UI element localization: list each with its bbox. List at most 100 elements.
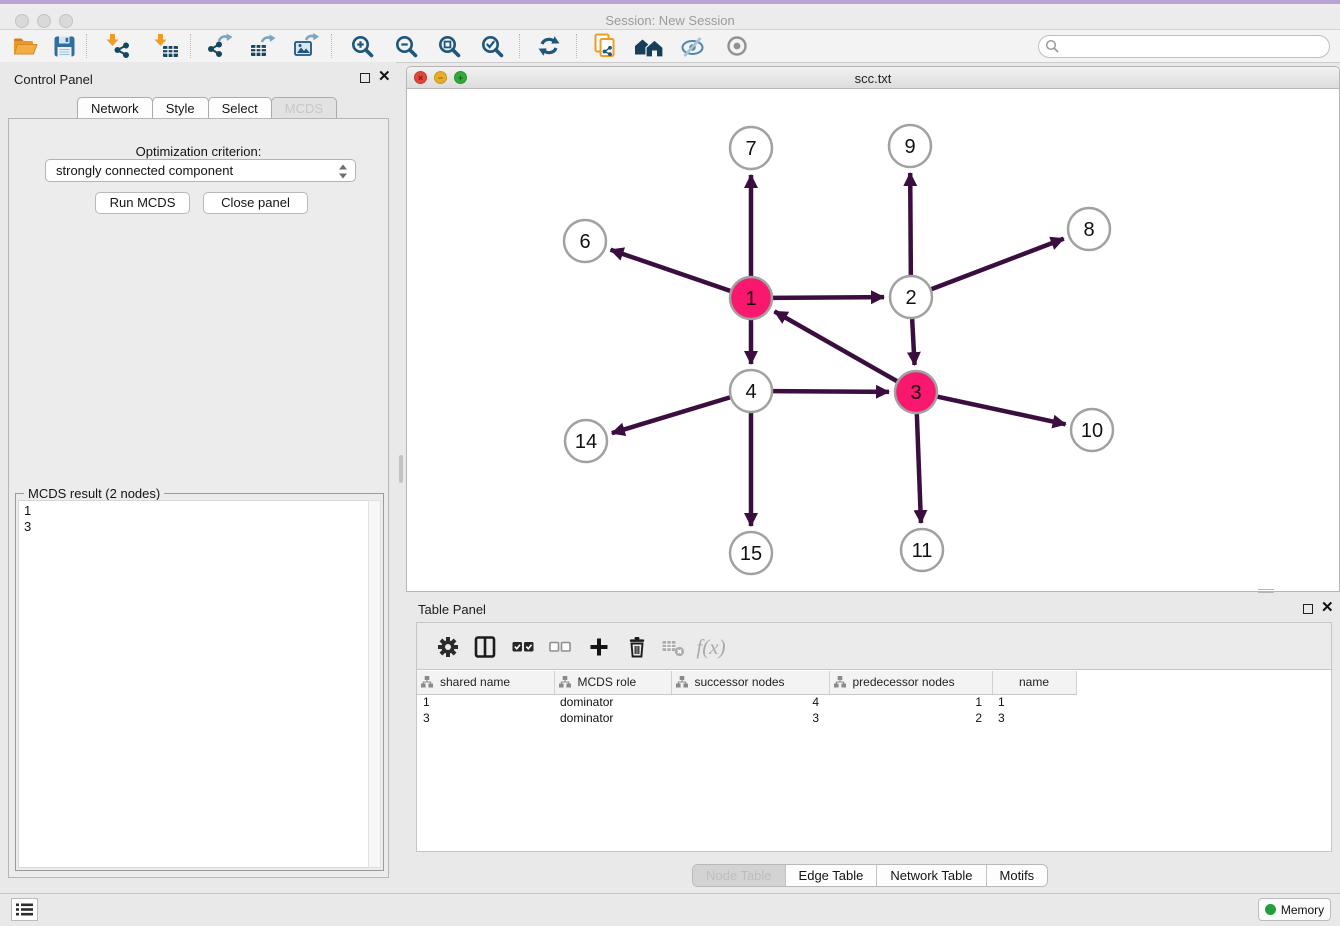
memory-label: Memory [1281, 903, 1324, 917]
unselect-all-button[interactable] [544, 632, 576, 662]
mcds-result-group: MCDS result (2 nodes) 1 3 [15, 493, 384, 871]
graph-edge-2-3[interactable] [912, 319, 914, 365]
run-mcds-button[interactable]: Run MCDS [95, 192, 190, 214]
graph-edge-3-11[interactable] [917, 414, 921, 523]
apply-function-button[interactable]: f(x) [695, 632, 727, 662]
import-network-icon [103, 33, 131, 59]
first-neighbors-button[interactable] [630, 32, 668, 60]
graph-edge-3-10[interactable] [938, 397, 1066, 425]
refresh-icon [536, 34, 562, 58]
zoom-selected-button[interactable] [473, 32, 511, 60]
tab-network[interactable]: Network [77, 97, 153, 119]
table-cell[interactable]: 3 [417, 710, 554, 726]
import-network-button[interactable] [98, 32, 136, 60]
column-header-mcds-role[interactable]: MCDS role [554, 671, 671, 694]
table-row[interactable]: 3dominator323 [417, 710, 1331, 726]
network-window-titlebar[interactable]: × − + scc.txt [407, 67, 1339, 89]
table-cell[interactable]: dominator [554, 710, 671, 726]
table-cell[interactable]: 1 [829, 694, 992, 710]
toolbar-separator [519, 34, 520, 58]
optimization-criterion-value: strongly connected component [56, 163, 233, 178]
vertical-splitter-handle[interactable] [399, 455, 403, 483]
import-table-button[interactable] [146, 32, 184, 60]
control-panel: Control Panel ✕ Network Style Select MCD… [0, 62, 396, 880]
column-label: shared name [440, 675, 510, 689]
refresh-button[interactable] [530, 32, 568, 60]
graph-node-label: 3 [910, 382, 921, 404]
memory-button[interactable]: Memory [1258, 898, 1331, 921]
export-image-button[interactable] [287, 32, 325, 60]
delete-table-button[interactable] [657, 632, 689, 662]
tab-style[interactable]: Style [152, 97, 209, 119]
export-table-button[interactable] [243, 32, 281, 60]
table-cell[interactable]: 4 [671, 694, 829, 710]
open-session-button[interactable] [5, 32, 43, 60]
hide-graphics-details-button[interactable] [673, 32, 711, 60]
duplicate-network-button[interactable] [586, 32, 624, 60]
gear-icon [436, 635, 460, 659]
graph-edge-3-1[interactable] [774, 311, 896, 381]
column-header-predecessor-nodes[interactable]: predecessor nodes [829, 671, 992, 694]
zoom-fit-button[interactable] [430, 32, 468, 60]
search-icon [1045, 39, 1060, 54]
close-panel-button[interactable]: Close panel [203, 192, 308, 214]
tab-mcds[interactable]: MCDS [271, 97, 337, 119]
search-box [1038, 35, 1330, 58]
add-row-button[interactable] [583, 632, 615, 662]
duplicate-network-icon [592, 33, 618, 59]
optimization-criterion-select[interactable]: strongly connected component [45, 159, 356, 182]
graph-edge-2-8[interactable] [932, 239, 1064, 290]
export-network-button[interactable] [200, 32, 238, 60]
graph-edge-1-6[interactable] [611, 250, 731, 291]
column-header-shared-name[interactable]: shared name [417, 671, 554, 694]
horizontal-splitter-handle[interactable] [1258, 589, 1274, 593]
result-scrollbar[interactable] [368, 500, 381, 868]
graph-edge-2-9[interactable] [910, 173, 911, 275]
node-table: shared name MCDS role successor nodes [417, 671, 1331, 726]
table-cell[interactable]: 1 [417, 694, 554, 710]
table-cell[interactable]: 2 [829, 710, 992, 726]
graph-edge-4-14[interactable] [612, 397, 730, 433]
table-settings-button[interactable] [432, 632, 464, 662]
toolbar-separator [576, 34, 577, 58]
hierarchy-icon [834, 676, 846, 688]
search-input[interactable] [1038, 35, 1330, 58]
select-all-button[interactable] [507, 632, 539, 662]
close-panel-icon[interactable]: ✕ [378, 71, 391, 83]
export-image-icon [292, 33, 320, 59]
show-graphics-details-button[interactable] [718, 32, 756, 60]
network-canvas[interactable]: 7968124314101511 [407, 89, 1339, 592]
delete-row-button[interactable] [621, 632, 653, 662]
close-table-panel-icon[interactable]: ✕ [1321, 602, 1334, 614]
tab-node-table[interactable]: Node Table [693, 865, 785, 886]
tab-select[interactable]: Select [208, 97, 272, 119]
column-header-name[interactable]: name [992, 671, 1076, 694]
show-columns-button[interactable] [469, 632, 501, 662]
tab-motifs[interactable]: Motifs [986, 865, 1048, 886]
network-window-title: scc.txt [407, 71, 1339, 86]
table-cell[interactable]: 1 [992, 694, 1076, 710]
mcds-result-text[interactable]: 1 3 [18, 500, 369, 868]
graph-node-label: 10 [1081, 420, 1103, 442]
table-cell[interactable]: 3 [992, 710, 1076, 726]
zoom-out-button[interactable] [387, 32, 425, 60]
table-cell[interactable]: 3 [671, 710, 829, 726]
float-panel-icon[interactable] [360, 73, 370, 83]
task-history-button[interactable] [11, 898, 38, 921]
column-header-successor-nodes[interactable]: successor nodes [671, 671, 829, 694]
save-session-button[interactable] [45, 32, 83, 60]
graph-edge-1-2[interactable] [773, 297, 884, 298]
tab-network-table[interactable]: Network Table [876, 865, 985, 886]
graph-node-label: 4 [745, 381, 756, 403]
select-all-icon [511, 635, 535, 659]
window-title: Session: New Session [0, 13, 1340, 28]
tab-edge-table[interactable]: Edge Table [785, 865, 877, 886]
table-row[interactable]: 1dominator411 [417, 694, 1331, 710]
main-toolbar [0, 30, 1340, 63]
toolbar-separator [190, 34, 191, 58]
float-table-panel-icon[interactable] [1303, 604, 1313, 614]
import-table-icon [151, 33, 179, 59]
zoom-in-button[interactable] [343, 32, 381, 60]
graph-edge-4-3[interactable] [773, 391, 889, 392]
table-cell[interactable]: dominator [554, 694, 671, 710]
